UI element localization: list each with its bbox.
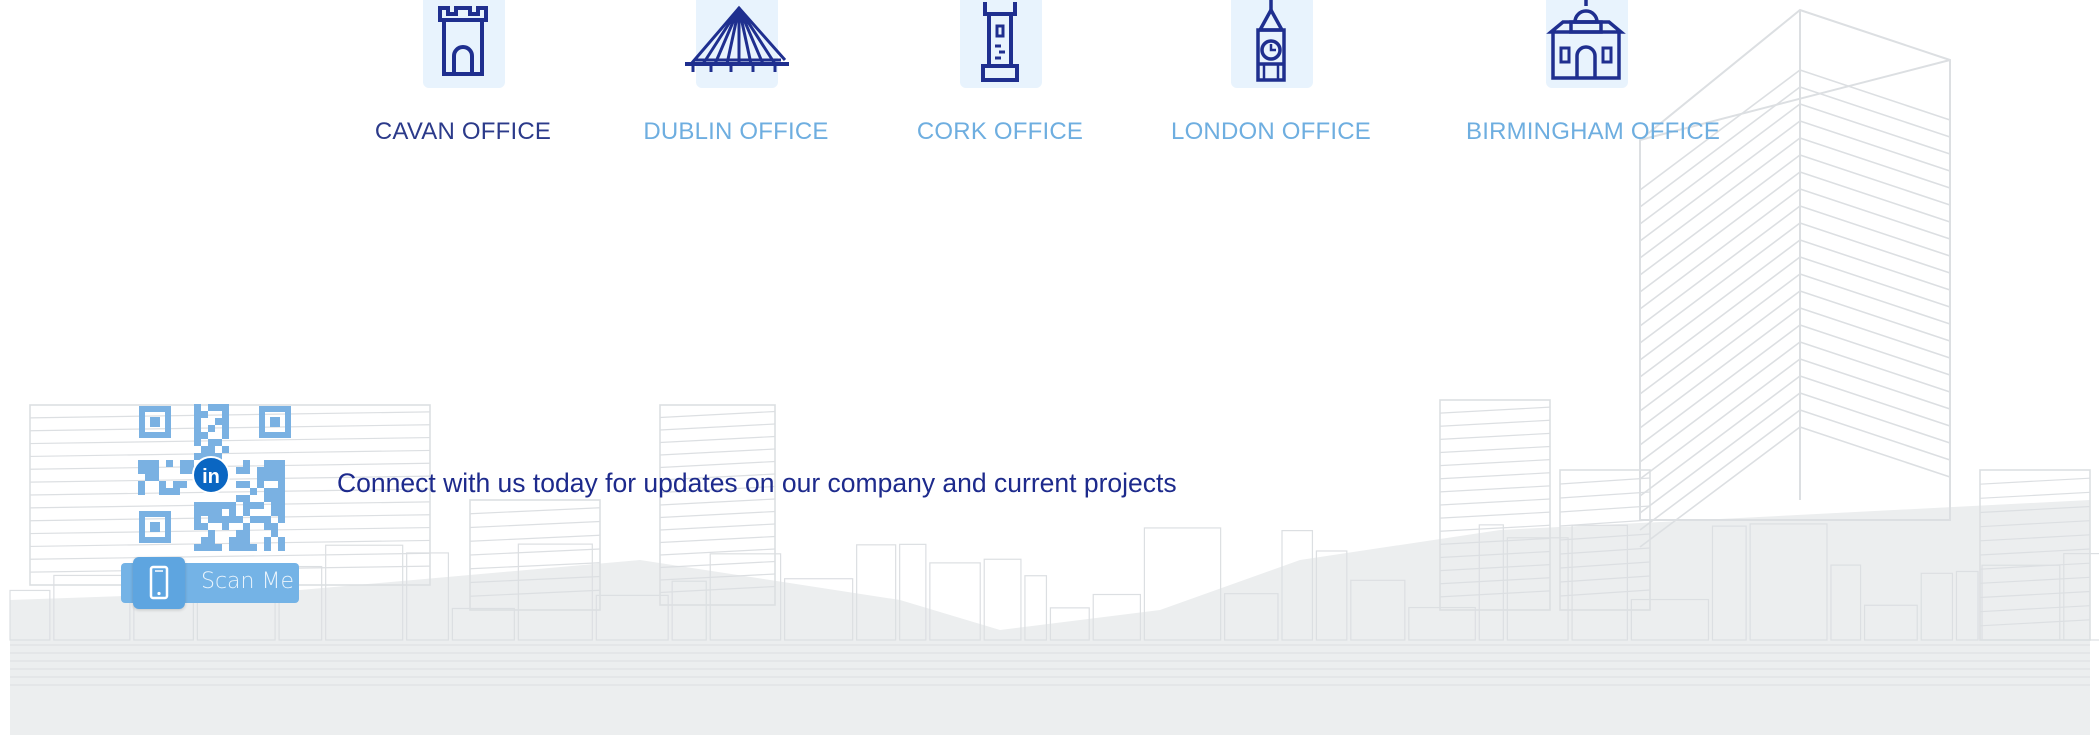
domed-building-icon: [1546, 0, 1626, 80]
office-tab-cavan[interactable]: CAVAN OFFICE: [343, 0, 583, 160]
office-tab-birmingham[interactable]: BIRMINGHAM OFFICE: [1466, 0, 1721, 160]
svg-text:in: in: [202, 466, 220, 488]
office-label: CORK OFFICE: [916, 118, 1084, 145]
big-ben-icon: [1256, 0, 1286, 82]
smartphone-icon: [149, 565, 169, 600]
office-label: LONDON OFFICE: [1171, 118, 1371, 145]
castle-tower-icon: [438, 6, 488, 76]
linkedin-icon: in: [192, 456, 230, 494]
office-tab-london[interactable]: LONDON OFFICE: [1151, 0, 1391, 160]
scan-me-button[interactable]: Scan Me: [121, 557, 299, 609]
office-label: BIRMINGHAM OFFICE: [1466, 118, 1721, 145]
scan-icon-box: [133, 557, 185, 609]
connect-message: Connect with us today for updates on our…: [337, 468, 1177, 498]
office-label: DUBLIN OFFICE: [643, 118, 829, 145]
office-tab-cork[interactable]: CORK OFFICE: [880, 0, 1120, 160]
office-label: CAVAN OFFICE: [374, 118, 552, 145]
scan-me-label: Scan Me: [201, 569, 294, 594]
bridge-icon: [685, 5, 789, 72]
lighthouse-tower-icon: [981, 2, 1019, 82]
office-tab-dublin[interactable]: DUBLIN OFFICE: [616, 0, 856, 160]
